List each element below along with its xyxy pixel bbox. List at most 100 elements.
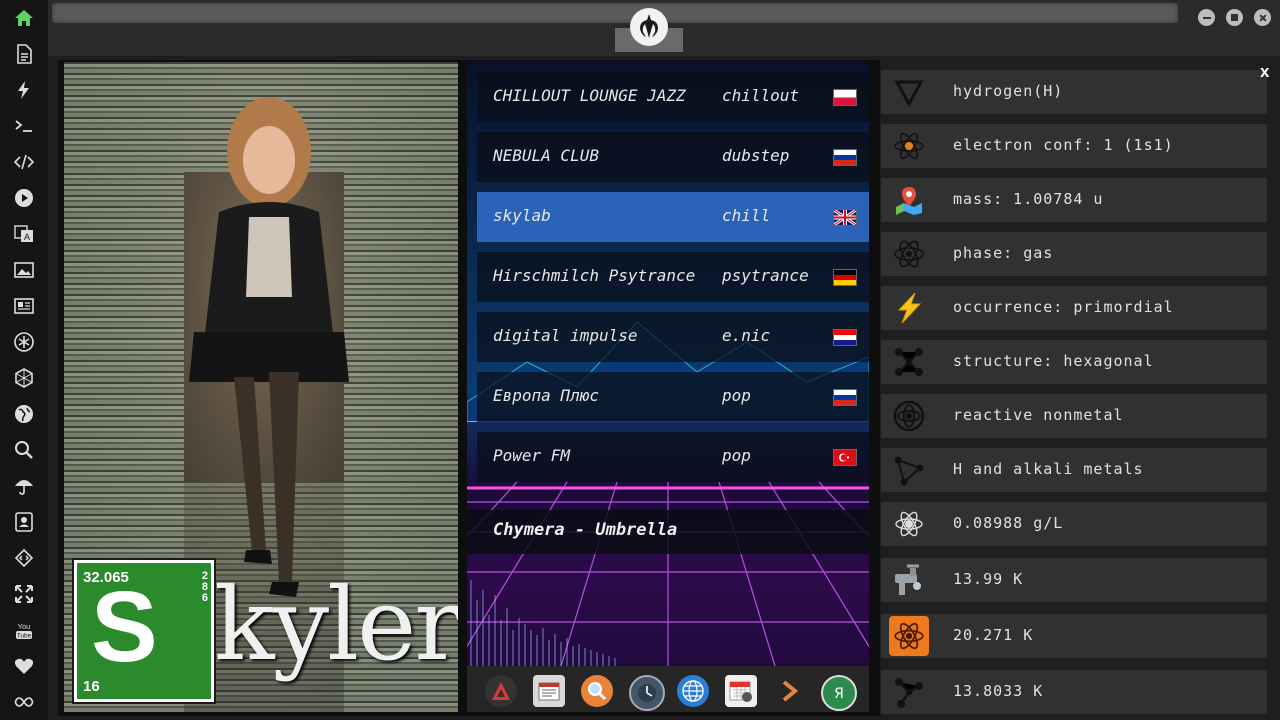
info-row: H and alkali metals <box>881 448 1267 492</box>
station-name: Hirschmilch Psytrance <box>493 266 696 285</box>
hexagon-icon[interactable] <box>12 366 36 390</box>
poster-image: 32.065 2 8 6 S 16 kyler <box>64 62 458 712</box>
element-tile: 32.065 2 8 6 S 16 <box>74 560 214 702</box>
flag-ru-icon <box>833 389 857 406</box>
svg-text:Tube: Tube <box>17 633 32 640</box>
station-name: Power FM <box>493 446 571 465</box>
atom-orange-icon <box>889 616 929 656</box>
info-text: 20.271 K <box>953 626 1034 644</box>
graph-nodes-icon <box>893 454 925 486</box>
station-row[interactable]: Европа Плюс pop <box>477 372 869 422</box>
rebel-alliance-icon[interactable] <box>630 8 668 46</box>
info-text: 13.99 K <box>953 570 1024 588</box>
info-row: 13.99 K <box>881 558 1267 602</box>
calendar-news-icon[interactable] <box>533 675 565 707</box>
info-row: 20.271 K <box>881 614 1267 658</box>
maximize-button[interactable] <box>1226 9 1243 26</box>
address-bar[interactable] <box>52 3 1178 23</box>
terminal-icon[interactable] <box>12 114 36 138</box>
atom-small-icon <box>893 508 925 540</box>
code-icon[interactable] <box>12 150 36 174</box>
info-row: occurrence: primordial <box>881 286 1267 330</box>
now-playing-bar: Chymera - Umbrella <box>467 510 869 554</box>
calendar-icon[interactable] <box>725 675 757 707</box>
play-icon[interactable] <box>12 186 36 210</box>
station-genre: e.nic <box>722 326 771 345</box>
info-text: mass: 1.00784 u <box>953 190 1104 208</box>
info-text: hydrogen(H) <box>953 82 1064 100</box>
flag-ru-icon <box>833 149 857 166</box>
flag-de-icon <box>833 269 857 286</box>
youtube-icon[interactable]: You Tube <box>12 618 36 642</box>
app-dock: Я <box>467 666 869 712</box>
info-row: reactive nonmetal <box>881 394 1267 438</box>
expand-icon[interactable] <box>12 582 36 606</box>
lightning-icon[interactable] <box>12 78 36 102</box>
info-row: 0.08988 g/L <box>881 502 1267 546</box>
svg-text:You: You <box>18 622 31 631</box>
molecule-icon <box>893 346 925 378</box>
station-genre: pop <box>722 446 751 465</box>
element-info-panel: hydrogen(H) electron conf: 1 (1s1) mass:… <box>880 60 1280 720</box>
info-row: electron conf: 1 (1s1) <box>881 124 1267 168</box>
info-text: 13.8033 K <box>953 682 1044 700</box>
contact-icon[interactable] <box>12 510 36 534</box>
flag-hr-icon <box>833 329 857 346</box>
station-name: NEBULA CLUB <box>493 146 599 165</box>
station-genre: psytrance <box>722 266 809 285</box>
umbrella-icon[interactable] <box>12 474 36 498</box>
yandex-icon[interactable]: Я <box>821 675 857 711</box>
asterisk-icon[interactable] <box>12 330 36 354</box>
atom-icon <box>893 238 925 270</box>
arrow-app-icon[interactable] <box>773 675 805 707</box>
spectrum-visualizer <box>470 580 616 666</box>
station-row[interactable]: CHILLOUT LOUNGE JAZZ chillout <box>477 72 869 122</box>
browser-globe-icon[interactable] <box>677 675 709 707</box>
info-text: structure: hexagonal <box>953 352 1154 370</box>
station-name: CHILLOUT LOUNGE JAZZ <box>493 86 686 105</box>
station-name: skylab <box>493 206 551 225</box>
search-icon[interactable] <box>12 438 36 462</box>
station-genre: pop <box>722 386 751 405</box>
translate-icon[interactable]: A <box>12 222 36 246</box>
info-row: 13.8033 K <box>881 670 1267 714</box>
now-playing-title: Chymera - Umbrella <box>493 520 678 540</box>
station-row[interactable]: Power FM pop <box>477 432 869 482</box>
element-symbol: S <box>91 571 158 683</box>
station-row[interactable]: NEBULA CLUB dubstep <box>477 132 869 182</box>
launcher-icon[interactable] <box>485 675 517 707</box>
image-icon[interactable] <box>12 258 36 282</box>
document-icon[interactable] <box>12 42 36 66</box>
map-pin-icon <box>893 184 925 216</box>
lightning-bolt-icon <box>893 292 925 324</box>
home-icon[interactable] <box>12 6 36 30</box>
globe-icon[interactable] <box>12 402 36 426</box>
info-row: mass: 1.00784 u <box>881 178 1267 222</box>
heart-icon[interactable] <box>12 654 36 678</box>
minimize-button[interactable] <box>1198 9 1215 26</box>
info-text: H and alkali metals <box>953 460 1144 478</box>
woman-figure <box>189 97 349 597</box>
close-panel-button[interactable]: x <box>1260 62 1269 82</box>
info-text: occurrence: primordial <box>953 298 1174 316</box>
flag-uk-icon <box>833 209 857 226</box>
reactor-icon <box>893 400 925 432</box>
station-row-selected[interactable]: skylab chill <box>477 192 869 242</box>
info-text: reactive nonmetal <box>953 406 1124 424</box>
info-row: structure: hexagonal <box>881 340 1267 384</box>
svg-text:A: A <box>24 232 30 242</box>
close-window-button[interactable] <box>1254 9 1271 26</box>
info-row: phase: gas <box>881 232 1267 276</box>
station-genre: dubstep <box>722 146 790 165</box>
top-bar <box>48 0 1280 56</box>
infinity-icon[interactable] <box>12 690 36 714</box>
newspaper-icon[interactable] <box>12 294 36 318</box>
svg-text:Я: Я <box>834 686 844 702</box>
station-row[interactable]: Hirschmilch Psytrance psytrance <box>477 252 869 302</box>
search-app-icon[interactable] <box>581 675 613 707</box>
station-row[interactable]: digital impulse e.nic <box>477 312 869 362</box>
station-genre: chillout <box>722 86 800 105</box>
code-diamond-icon[interactable] <box>12 546 36 570</box>
station-genre: chill <box>722 206 771 225</box>
clock-icon[interactable] <box>629 675 665 711</box>
